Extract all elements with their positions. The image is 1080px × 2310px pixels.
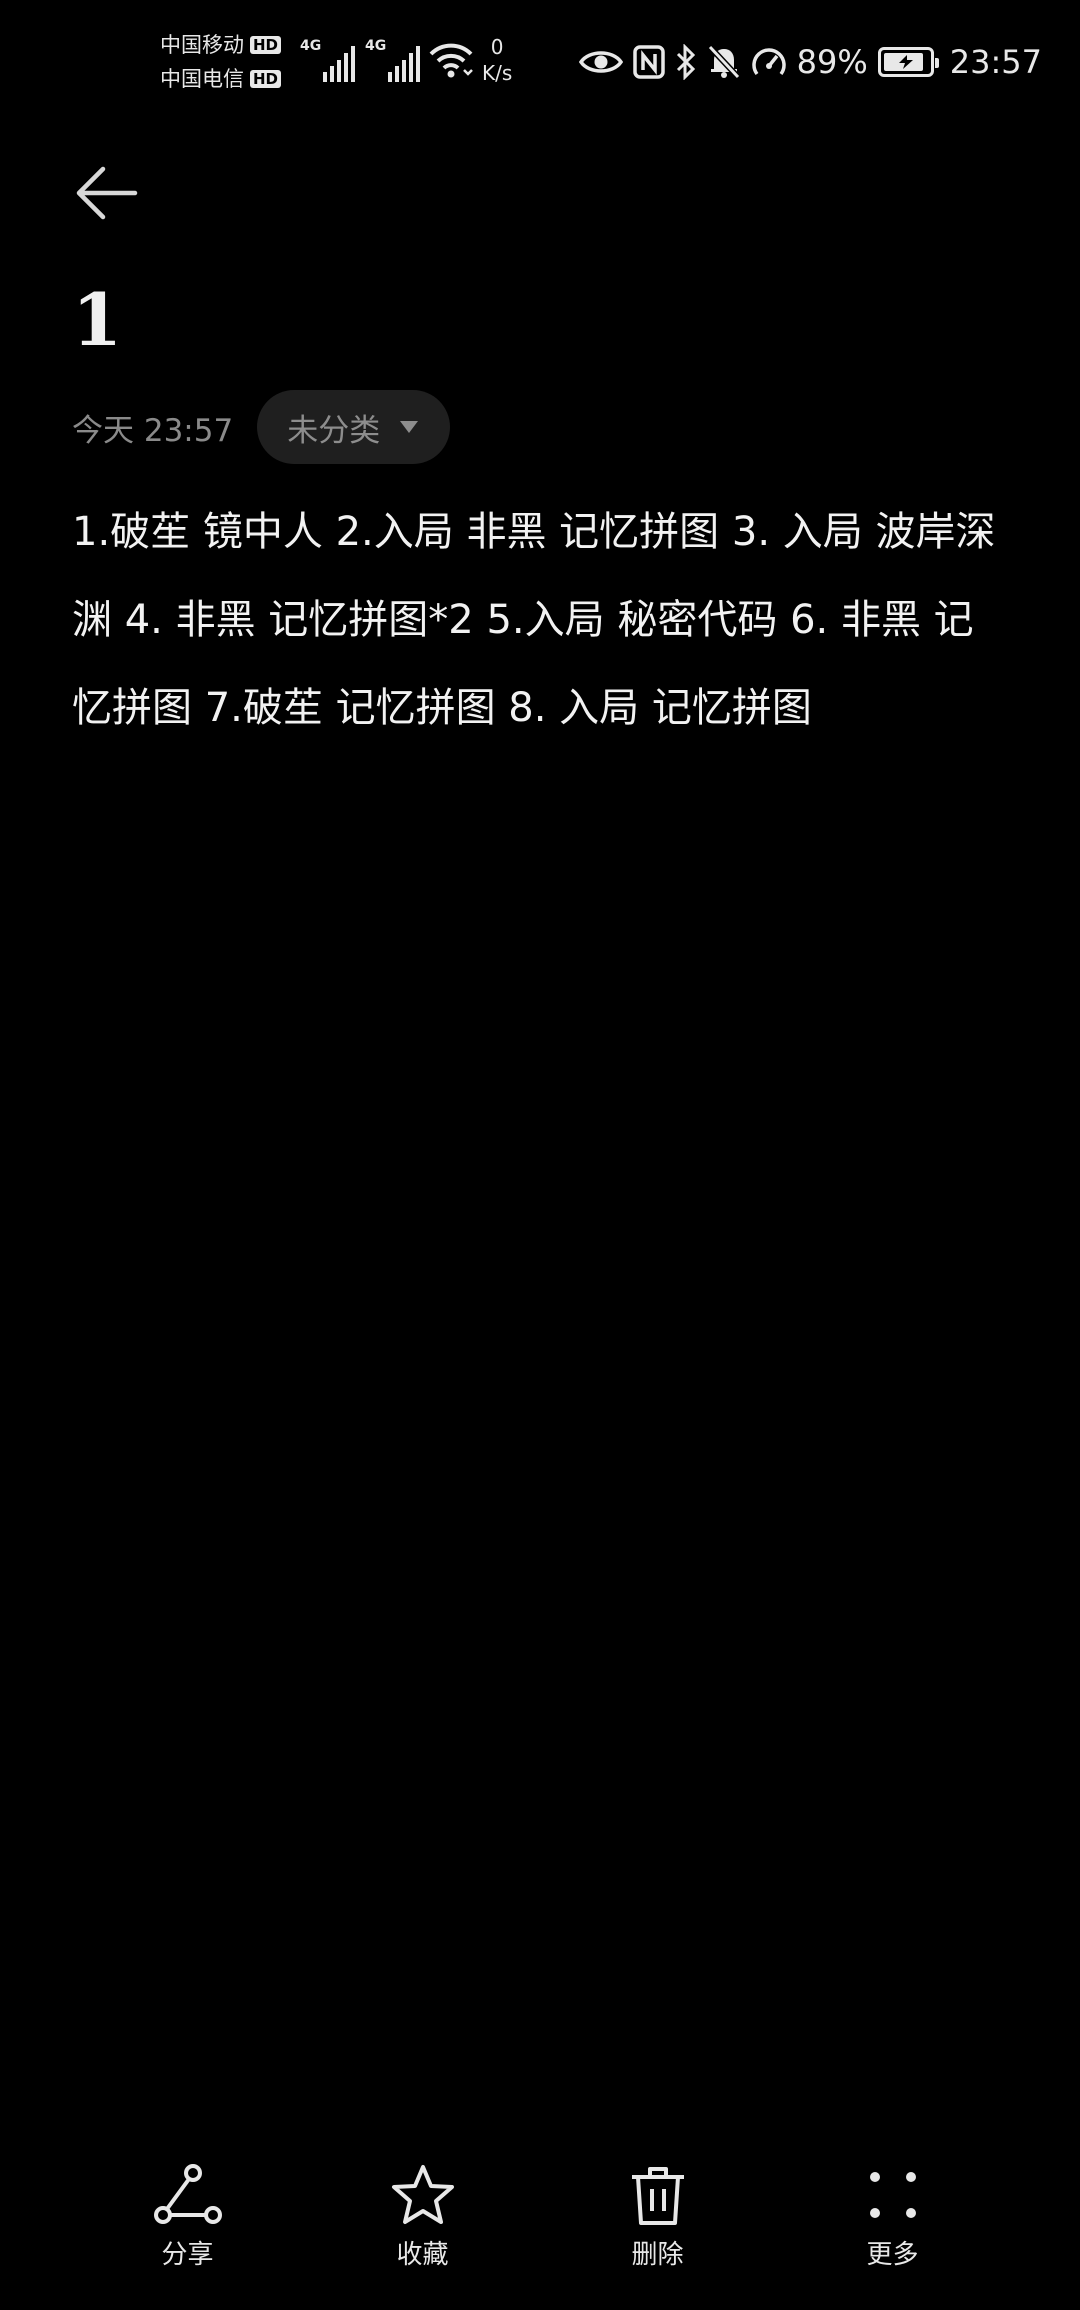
delete-label: 删除 bbox=[631, 2240, 684, 2270]
signal-2-icon: 4G bbox=[365, 38, 421, 82]
carrier-info: 中国移动 HD 中国电信 HD bbox=[160, 28, 282, 96]
hd-badge: HD bbox=[250, 36, 282, 54]
share-button[interactable]: 分享 bbox=[118, 2160, 258, 2310]
network-gen-2: 4G bbox=[365, 38, 387, 54]
share-icon bbox=[153, 2164, 222, 2224]
note-date: 今天 23:57 bbox=[72, 412, 234, 449]
speed-gauge-icon bbox=[751, 46, 787, 78]
note-title[interactable]: 1 bbox=[72, 270, 122, 370]
more-dots-icon bbox=[869, 2172, 916, 2218]
speed-unit: K/s bbox=[482, 61, 513, 85]
bottom-toolbar: 分享 收藏 删除 更多 bbox=[0, 2160, 1080, 2310]
more-button[interactable]: 更多 bbox=[823, 2160, 963, 2310]
hd-badge: HD bbox=[250, 70, 282, 88]
speed-value: 0 bbox=[490, 35, 504, 59]
charging-bolt-icon bbox=[898, 55, 913, 69]
note-meta: 今天 23:57 未分类 bbox=[72, 390, 451, 464]
favorite-button[interactable]: 收藏 bbox=[353, 2160, 493, 2310]
battery-percent: 89% bbox=[796, 43, 868, 81]
share-label: 分享 bbox=[161, 2240, 214, 2270]
arrow-left-icon bbox=[76, 166, 138, 220]
battery-icon bbox=[877, 47, 939, 77]
category-dropdown[interactable]: 未分类 bbox=[257, 390, 451, 464]
network-speed: 0 K/s bbox=[482, 34, 512, 86]
status-icons: 89% 23:57 bbox=[578, 38, 1042, 86]
carrier-2-label: 中国电信 bbox=[160, 67, 244, 91]
mute-bell-icon bbox=[707, 44, 741, 80]
back-button[interactable] bbox=[62, 148, 152, 238]
more-label: 更多 bbox=[866, 2240, 919, 2270]
network-gen-1: 4G bbox=[300, 38, 322, 54]
status-bar: 中国移动 HD 中国电信 HD 4G 4G 0 K/s 89% 23:57 bbox=[0, 0, 1080, 125]
eye-comfort-icon bbox=[578, 47, 623, 77]
bluetooth-icon bbox=[675, 44, 697, 80]
status-time: 23:57 bbox=[949, 43, 1042, 81]
carrier-1-label: 中国移动 bbox=[160, 33, 244, 57]
triangle-down-icon bbox=[400, 421, 419, 433]
favorite-label: 收藏 bbox=[396, 2240, 449, 2270]
delete-button[interactable]: 删除 bbox=[588, 2160, 728, 2310]
wifi-icon bbox=[428, 40, 474, 84]
note-body[interactable]: 1.破苼 镜中人 2.入局 非黑 记忆拼图 3. 入局 波岸深渊 4. 非黑 记… bbox=[72, 488, 1008, 752]
star-icon bbox=[391, 2165, 454, 2224]
trash-icon bbox=[631, 2167, 684, 2225]
signal-1-icon: 4G bbox=[300, 38, 356, 82]
nfc-icon bbox=[632, 45, 665, 79]
category-label: 未分类 bbox=[287, 412, 381, 449]
